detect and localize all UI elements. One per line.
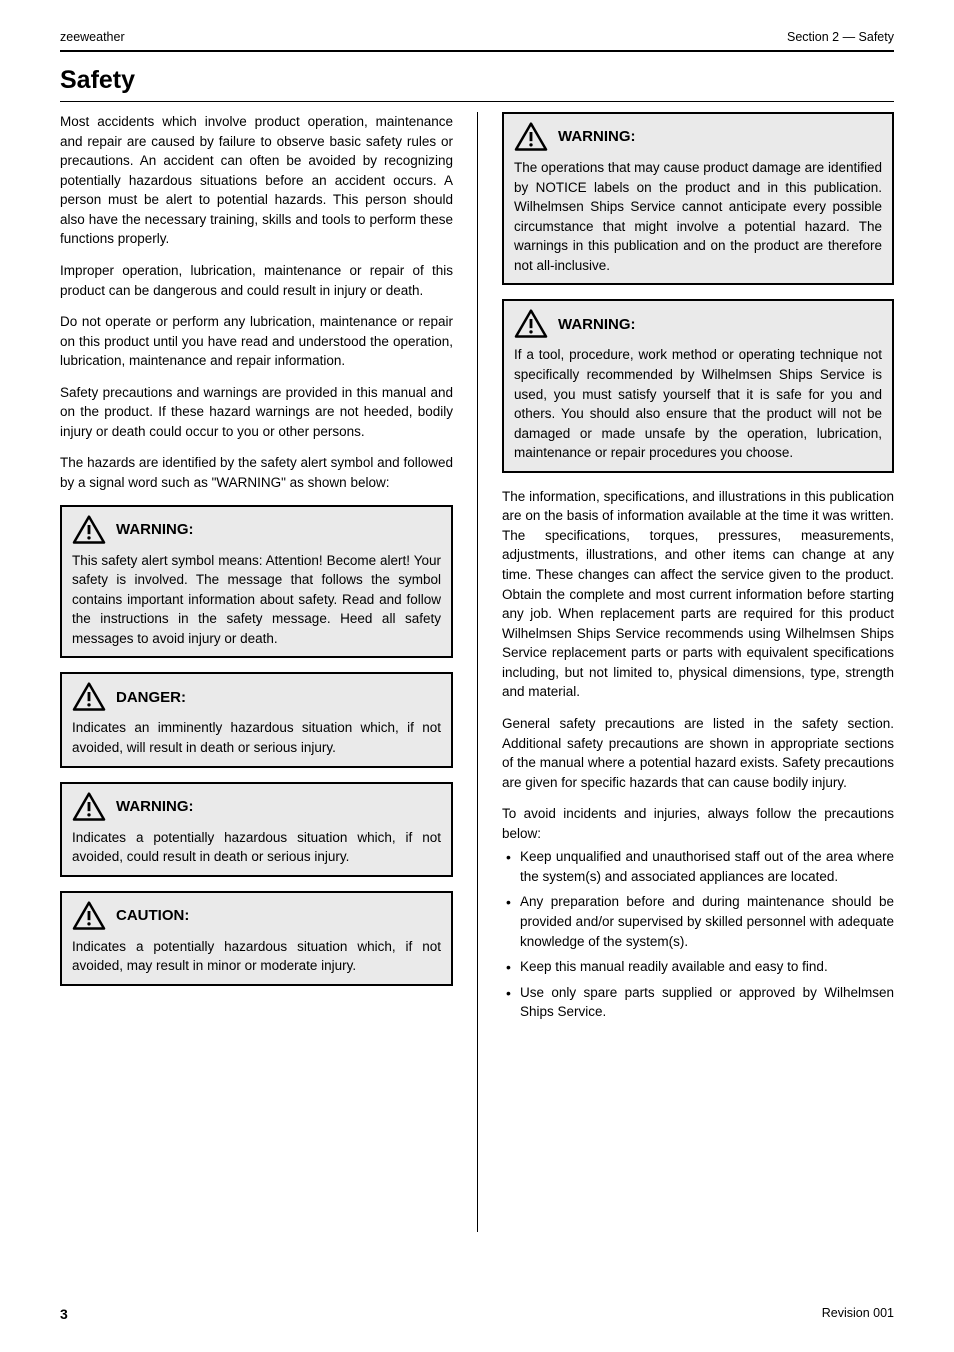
body-text: General safety precautions are listed in… [502,714,894,792]
body-text: The information, specifications, and ill… [502,487,894,702]
warning-label: DANGER: [116,687,186,709]
list-item: Keep unqualified and unauthorised staff … [502,847,894,886]
warning-icon [514,122,548,152]
column-left: Most accidents which involve product ope… [60,112,477,1232]
body-text: Do not operate or perform any lubricatio… [60,312,453,371]
rule-under-title [60,101,894,102]
warning-box: WARNING: If a tool, procedure, work meth… [502,299,894,472]
warning-body: The operations that may cause product da… [514,160,882,273]
warning-icon [514,309,548,339]
warning-icon [72,682,106,712]
warning-box: CAUTION: Indicates a potentially hazardo… [60,891,453,986]
warning-icon [72,901,106,931]
warning-label: WARNING: [116,519,194,541]
body-text: Improper operation, lubrication, mainten… [60,261,453,300]
column-right: WARNING: The operations that may cause p… [477,112,894,1232]
warning-label: CAUTION: [116,905,189,927]
warning-box: WARNING: Indicates a potentially hazardo… [60,782,453,877]
body-text: The hazards are identified by the safety… [60,453,453,492]
warning-body: This safety alert symbol means: Attentio… [72,553,441,646]
warning-body: Indicates a potentially hazardous situat… [72,939,441,974]
warning-label: WARNING: [558,126,636,148]
warning-body: Indicates a potentially hazardous situat… [72,830,441,865]
list-item: Any preparation before and during mainte… [502,892,894,951]
warning-box: DANGER: Indicates an imminently hazardou… [60,672,453,767]
page-number: 3 [60,1306,68,1322]
warning-icon [72,515,106,545]
warning-box: WARNING: This safety alert symbol means:… [60,505,453,659]
list-item: Keep this manual readily available and e… [502,957,894,977]
section-title: Safety [60,66,894,95]
warning-box: WARNING: The operations that may cause p… [502,112,894,285]
bullet-list: Keep unqualified and unauthorised staff … [502,847,894,1022]
warning-label: WARNING: [116,796,194,818]
body-text: Safety precautions and warnings are prov… [60,383,453,442]
warning-body: If a tool, procedure, work method or ope… [514,347,882,460]
product-name: zeeweather [60,30,125,44]
list-item: Use only spare parts supplied or approve… [502,983,894,1022]
section-label: Section 2 — Safety [787,30,894,44]
body-text: To avoid incidents and injuries, always … [502,804,894,843]
rule-top [60,50,894,52]
warning-label: WARNING: [558,314,636,336]
warning-body: Indicates an imminently hazardous situat… [72,720,441,755]
body-text: Most accidents which involve product ope… [60,112,453,249]
warning-icon [72,792,106,822]
revision-label: Revision 001 [822,1306,894,1322]
